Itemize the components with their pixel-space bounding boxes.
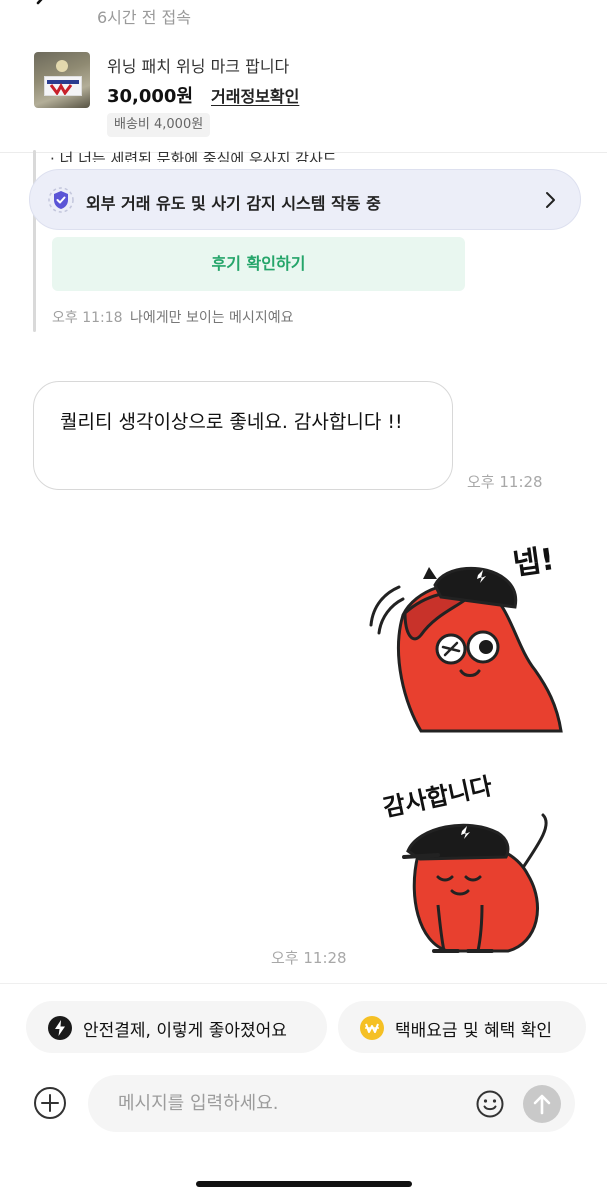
back-chevron-icon[interactable] [30,0,56,16]
thanks-sticker[interactable]: 감사합니다 [378,765,558,965]
fraud-detection-banner[interactable]: 외부 거래 유도 및 사기 감지 시스템 작동 중 [29,169,581,230]
thumbnail-patch [44,76,82,96]
product-title: 위닝 패치 위닝 마크 팝니다 [107,57,290,76]
last-seen-status: 6시간 전 접속 [97,8,191,27]
sticker1-text: 넵! [511,542,557,582]
system-message-rail [33,150,36,332]
salute-sticker[interactable]: 넵! [365,535,570,735]
sticker2-text: 감사합니다 [381,772,495,822]
bottom-divider [0,983,607,984]
plus-circle-icon[interactable] [33,1086,67,1120]
smile-icon[interactable] [475,1089,505,1119]
received-message-bubble[interactable]: 퀄리티 생각이상으로 좋네요. 감사합니다 !! [33,381,453,490]
received-message-text: 퀄리티 생각이상으로 좋네요. 감사합니다 !! [60,411,403,433]
arrow-up-icon [533,1094,551,1115]
product-summary[interactable]: 위닝 패치 위닝 마크 팝니다 30,000원 거래정보확인 배송비 4,000… [0,40,607,152]
system-message-note: 나에게만 보이는 메시지예요 [130,310,294,326]
previous-message-fragment: · 너 너는 세련된 문화에 중심에 우사지 감사드 [50,150,337,162]
product-price: 30,000원 [107,86,194,107]
more-icon[interactable]: ••• [532,0,577,11]
fraud-banner-text: 외부 거래 유도 및 사기 감지 시스템 작동 중 [86,194,381,213]
sticker-message-time: 오후 11:28 [271,949,347,967]
received-message-time: 오후 11:28 [467,473,543,491]
message-input[interactable] [118,1089,458,1117]
review-check-button[interactable]: 후기 확인하기 [52,237,465,291]
delivery-fee-chip[interactable]: 택배요금 및 혜택 확인 [338,1001,586,1053]
trade-info-link[interactable]: 거래정보확인 [211,83,299,107]
product-thumbnail[interactable] [34,52,90,108]
thumbnail-light [56,60,68,72]
message-composer [88,1075,575,1132]
shipping-fee-badge: 배송비 4,000원 [107,113,211,137]
system-message-time: 오후 11:18 [52,310,123,326]
delivery-fee-label: 택배요금 및 혜택 확인 [395,1021,552,1041]
top-bar: 6시간 전 접속 ••• [0,0,607,32]
safe-payment-chip[interactable]: 안전결제, 이렇게 좋아졌어요 [26,1001,327,1053]
chevron-right-icon [546,192,555,208]
send-button[interactable] [523,1085,561,1123]
safe-payment-label: 안전결제, 이렇게 좋아졌어요 [83,1021,287,1041]
lightning-icon [48,1016,72,1040]
home-indicator [196,1181,412,1187]
shield-check-icon [48,187,74,213]
won-coin-icon [360,1016,384,1040]
